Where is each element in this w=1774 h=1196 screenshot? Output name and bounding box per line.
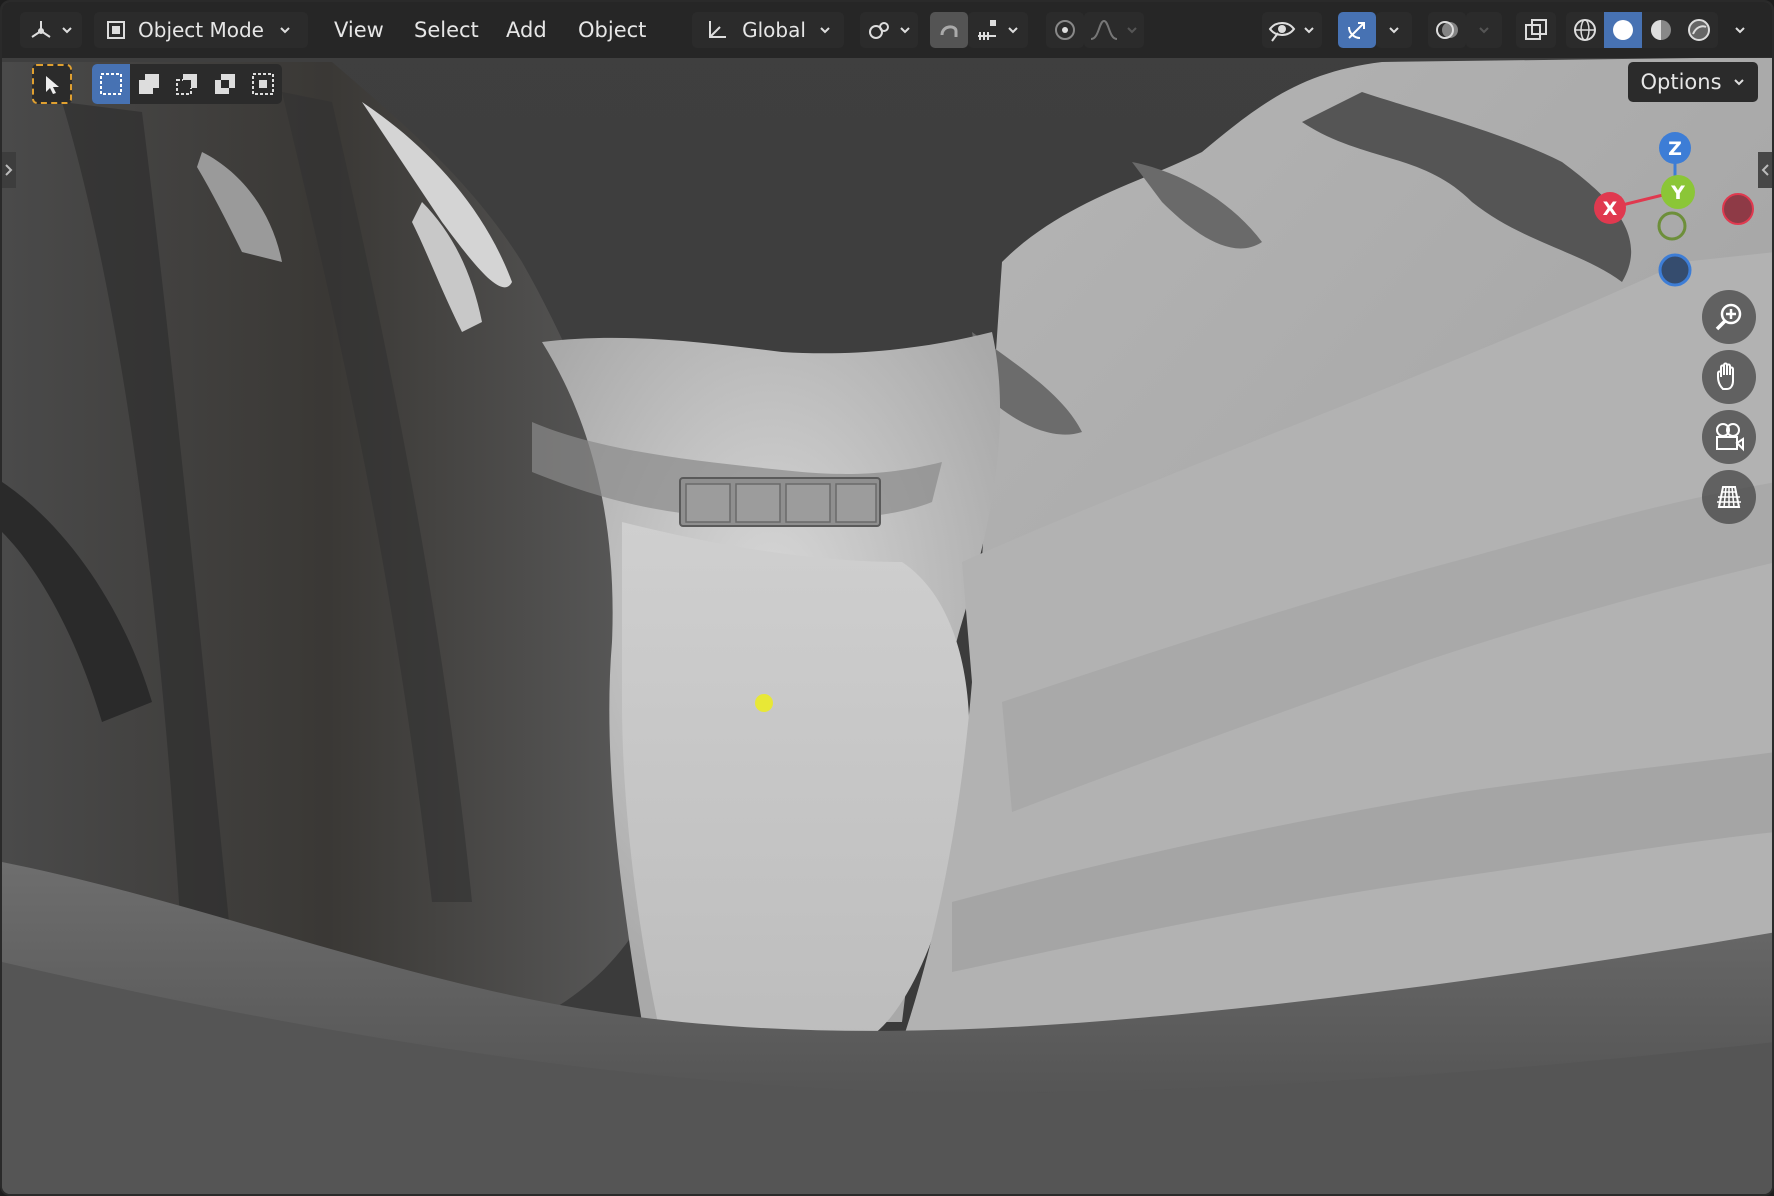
selection-mode-extend[interactable]	[130, 64, 168, 104]
snap-increment-icon	[978, 20, 996, 40]
mode-selector[interactable]: Object Mode	[94, 12, 308, 48]
menu-add[interactable]: Add	[496, 12, 557, 48]
gizmo-neg-y-axis[interactable]	[1657, 211, 1687, 241]
solid-sphere-icon	[1613, 20, 1633, 40]
scene-render[interactable]	[2, 2, 1774, 1196]
gizmo-x-label: X	[1603, 198, 1618, 220]
chevron-right-icon	[5, 164, 13, 176]
snap-target-button[interactable]	[968, 12, 1028, 48]
overlay-toggle[interactable]	[1428, 12, 1466, 48]
pivot-point-button[interactable]	[860, 12, 918, 48]
chevron-down-icon	[1008, 27, 1018, 34]
menu-object[interactable]: Object	[568, 12, 656, 48]
gizmo-icon	[1348, 22, 1365, 39]
falloff-button[interactable]	[1084, 12, 1144, 48]
eye-visibility-icon	[1268, 22, 1296, 42]
options-label: Options	[1640, 70, 1722, 94]
ortho-grid-icon	[1717, 486, 1741, 508]
3d-viewport[interactable]: Object Mode View Select Add Object Globa…	[0, 0, 1774, 1196]
material-sphere-icon	[1651, 20, 1671, 40]
chevron-down-icon	[1304, 27, 1314, 34]
select-invert-icon	[215, 74, 235, 94]
gizmo-y-label: Y	[1670, 182, 1685, 204]
shading-rendered[interactable]	[1680, 12, 1718, 48]
menu-view[interactable]: View	[324, 12, 394, 48]
object-mode-icon	[107, 21, 125, 39]
gizmo-neg-x-axis[interactable]	[1722, 193, 1754, 225]
axis-orientation-icon	[709, 21, 727, 38]
shading-solid[interactable]	[1604, 12, 1642, 48]
3d-viewport-icon	[31, 21, 51, 38]
zoom-button[interactable]	[1702, 290, 1756, 344]
rendered-sphere-icon	[1688, 19, 1710, 41]
select-cursor-icon	[46, 76, 59, 94]
shading-wireframe[interactable]	[1566, 12, 1604, 48]
shading-dropdown[interactable]	[1722, 12, 1758, 48]
camera-view-icon	[1716, 423, 1744, 452]
chevron-down-icon	[62, 27, 72, 34]
select-subtract-icon	[176, 74, 197, 95]
shading-mode-group	[1566, 12, 1718, 48]
overlay-icon	[1436, 21, 1458, 39]
viewport-header: Object Mode View Select Add Object Globa…	[2, 2, 1772, 58]
light-object[interactable]	[755, 694, 773, 712]
selection-mode-group	[92, 64, 282, 104]
chevron-down-icon	[1735, 27, 1745, 34]
select-tool-button[interactable]	[32, 64, 72, 104]
wireframe-sphere-icon	[1574, 19, 1596, 41]
xray-toggle[interactable]	[1516, 12, 1556, 48]
gizmo-toggle[interactable]	[1338, 12, 1376, 48]
mode-label: Object Mode	[138, 18, 264, 42]
chevron-down-icon	[820, 27, 830, 34]
proportional-edit-toggle[interactable]	[1046, 12, 1084, 48]
chevron-down-icon	[1733, 79, 1744, 86]
magnet-snap-icon	[940, 25, 958, 37]
proportional-edit-icon	[1055, 20, 1075, 40]
select-extend-icon	[139, 74, 159, 94]
pivot-point-icon	[869, 22, 889, 39]
selection-mode-intersect[interactable]	[244, 64, 282, 104]
transform-orientation-label: Global	[742, 18, 806, 42]
visibility-button[interactable]	[1262, 12, 1322, 48]
gizmo-z-label: Z	[1668, 138, 1682, 160]
chevron-down-icon	[1479, 27, 1489, 34]
editor-type-button[interactable]	[20, 12, 82, 48]
gizmo-dropdown[interactable]	[1376, 12, 1412, 48]
shading-material-preview[interactable]	[1642, 12, 1680, 48]
ortho-perspective-button[interactable]	[1702, 470, 1756, 524]
selection-mode-subtract[interactable]	[168, 64, 206, 104]
selection-mode-set[interactable]	[92, 64, 130, 104]
select-intersect-icon	[252, 73, 274, 95]
chevron-down-icon	[280, 27, 290, 34]
camera-view-button[interactable]	[1702, 410, 1756, 464]
toolbar-expand-tab[interactable]	[2, 152, 16, 188]
pan-button[interactable]	[1702, 350, 1756, 404]
navigation-gizmo[interactable]: Z Y X	[1582, 126, 1762, 296]
gizmo-z-axis[interactable]: Z	[1659, 132, 1691, 164]
pan-hand-icon	[1717, 362, 1734, 390]
gizmo-neg-z-axis[interactable]	[1658, 253, 1692, 287]
menu-select[interactable]: Select	[404, 12, 489, 48]
overlay-dropdown[interactable]	[1466, 12, 1502, 48]
gizmo-x-axis[interactable]: X	[1594, 192, 1626, 224]
cube-array-object[interactable]	[679, 477, 881, 527]
snap-toggle[interactable]	[930, 12, 968, 48]
xray-icon	[1525, 19, 1547, 40]
zoom-icon	[1715, 303, 1742, 331]
chevron-down-icon	[1389, 27, 1399, 34]
transform-orientation-selector[interactable]: Global	[692, 12, 844, 48]
options-dropdown[interactable]: Options	[1628, 62, 1758, 102]
falloff-curve-icon	[1090, 19, 1118, 40]
chevron-down-icon	[1127, 27, 1137, 34]
chevron-down-icon	[900, 27, 910, 34]
gizmo-y-axis[interactable]: Y	[1661, 175, 1695, 209]
selection-mode-invert[interactable]	[206, 64, 244, 104]
select-set-icon	[100, 73, 122, 95]
